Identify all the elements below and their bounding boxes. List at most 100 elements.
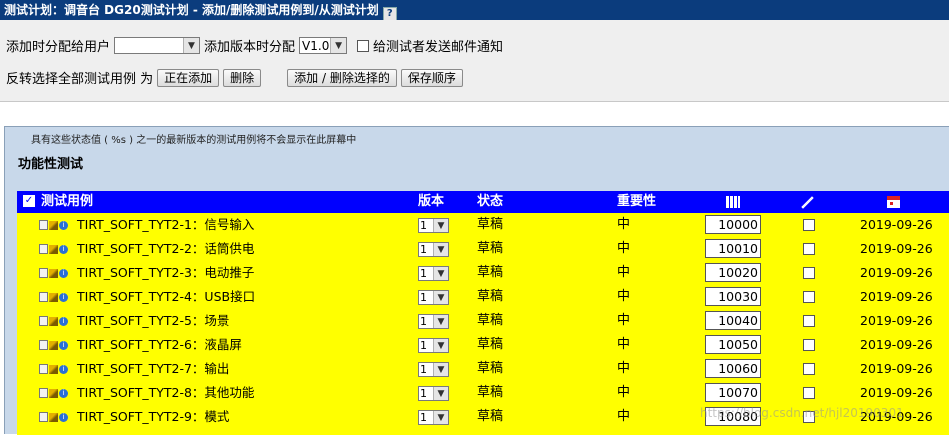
chevron-down-icon: ▼ (433, 315, 448, 328)
importance-text: 中 (617, 337, 631, 352)
assign-user-label: 添加时分配给用户 (6, 40, 111, 55)
assign-checkbox[interactable] (803, 243, 815, 255)
order-input[interactable]: 10040 (705, 311, 761, 330)
version-select[interactable]: 1 ▼ (418, 386, 449, 401)
version-value: 1 (420, 314, 427, 328)
test-case-name[interactable]: TIRT_SOFT_TYT2-2：话筒供电 (77, 237, 254, 261)
select-all-checkbox[interactable]: ✓ (23, 195, 35, 207)
document-icon[interactable] (39, 340, 48, 350)
email-notify-checkbox[interactable] (357, 39, 370, 52)
assign-checkbox[interactable] (803, 315, 815, 327)
edit-icon[interactable] (49, 364, 58, 374)
document-icon[interactable] (39, 220, 48, 230)
edit-icon[interactable] (49, 316, 58, 326)
test-case-name[interactable]: TIRT_SOFT_TYT2-6：液晶屏 (77, 333, 242, 357)
row-icons: i (39, 405, 68, 429)
chevron-down-icon: ▼ (433, 219, 448, 232)
header-test-case: 测试用例 (41, 194, 94, 209)
info-icon[interactable]: i (59, 412, 68, 422)
test-case-name[interactable]: TIRT_SOFT_TYT2-9：模式 (77, 405, 229, 429)
adding-button[interactable]: 正在添加 (157, 68, 220, 87)
assign-checkbox[interactable] (803, 291, 815, 303)
status-notice: 具有这些状态值 ( %s ) 之一的最新版本的测试用例将不会显示在此屏幕中 (31, 135, 357, 146)
version-select[interactable]: 1 ▼ (418, 266, 449, 281)
assign-checkbox[interactable] (803, 339, 815, 351)
test-case-name[interactable]: TIRT_SOFT_TYT2-7：输出 (77, 357, 229, 381)
edit-icon[interactable] (49, 244, 58, 254)
invert-selection-label: 反转选择全部测试用例 为 (6, 72, 154, 87)
save-order-button[interactable]: 保存顺序 (400, 68, 463, 87)
order-input[interactable]: 10030 (705, 287, 761, 306)
assign-checkbox[interactable] (803, 363, 815, 375)
document-icon[interactable] (39, 412, 48, 422)
version-select[interactable]: 1 ▼ (418, 242, 449, 257)
status-text: 草稿 (477, 409, 504, 424)
info-icon[interactable]: i (59, 268, 68, 278)
test-case-name[interactable]: TIRT_SOFT_TYT2-3：电动推子 (77, 261, 254, 285)
order-input[interactable]: 10020 (705, 263, 761, 282)
version-select[interactable]: 1 ▼ (418, 362, 449, 377)
version-select[interactable]: 1 ▼ (418, 290, 449, 305)
info-icon[interactable]: i (59, 292, 68, 302)
add-remove-selected-button[interactable]: 添加 / 删除选择的 (287, 68, 397, 87)
chevron-down-icon: ▼ (433, 339, 448, 352)
info-icon[interactable]: i (59, 244, 68, 254)
test-case-name[interactable]: TIRT_SOFT_TYT2-4：USB接口 (77, 285, 255, 309)
info-icon[interactable]: i (59, 220, 68, 230)
version-select[interactable]: 1 ▼ (418, 338, 449, 353)
test-case-name[interactable]: TIRT_SOFT_TYT2-8：其他功能 (77, 381, 254, 405)
table-row: i TIRT_SOFT_TYT2-6：液晶屏 1 ▼ 草稿 中 10050 20… (17, 333, 949, 357)
edit-icon[interactable] (49, 220, 58, 230)
document-icon[interactable] (39, 292, 48, 302)
order-input[interactable]: 10060 (705, 359, 761, 378)
version-assign-label: 添加版本时分配 (204, 40, 296, 55)
assign-checkbox[interactable] (803, 387, 815, 399)
version-assign-value: V1.0 (302, 38, 330, 53)
edit-icon[interactable] (49, 412, 58, 422)
version-select[interactable]: 1 ▼ (418, 410, 449, 425)
assign-icon (799, 194, 815, 214)
header-importance: 重要性 (617, 194, 657, 209)
document-icon[interactable] (39, 364, 48, 374)
info-icon[interactable]: i (59, 364, 68, 374)
document-icon[interactable] (39, 244, 48, 254)
version-select[interactable]: 1 ▼ (418, 218, 449, 233)
toolbar-row-assign: 添加时分配给用户 ▼ 添加版本时分配 V1.0 ▼ 给测试者发送邮件通知 (6, 36, 503, 55)
chevron-down-icon: ▼ (330, 38, 347, 53)
edit-icon[interactable] (49, 268, 58, 278)
document-icon[interactable] (39, 268, 48, 278)
status-text: 草稿 (477, 217, 504, 232)
version-select[interactable]: 1 ▼ (418, 314, 449, 329)
assign-user-select[interactable]: ▼ (114, 37, 201, 54)
importance-text: 中 (617, 385, 631, 400)
edit-icon[interactable] (49, 292, 58, 302)
row-icons: i (39, 237, 68, 261)
version-value: 1 (420, 218, 427, 232)
table-row: i TIRT_SOFT_TYT2-7：输出 1 ▼ 草稿 中 10060 201… (17, 357, 949, 381)
order-input[interactable]: 10000 (705, 215, 761, 234)
document-icon[interactable] (39, 316, 48, 326)
toolbar: 添加时分配给用户 ▼ 添加版本时分配 V1.0 ▼ 给测试者发送邮件通知 反转选… (0, 20, 949, 102)
edit-icon[interactable] (49, 388, 58, 398)
test-case-name[interactable]: TIRT_SOFT_TYT2-1：信号输入 (77, 213, 254, 237)
info-icon[interactable]: i (59, 340, 68, 350)
header-status: 状态 (477, 194, 504, 209)
table-row: i TIRT_SOFT_TYT2-3：电动推子 1 ▼ 草稿 中 10020 2… (17, 261, 949, 285)
order-input[interactable]: 10050 (705, 335, 761, 354)
table-row: i TIRT_SOFT_TYT2-2：话筒供电 1 ▼ 草稿 中 10010 2… (17, 237, 949, 261)
order-input[interactable]: 10010 (705, 239, 761, 258)
version-assign-select[interactable]: V1.0 ▼ (299, 37, 348, 54)
version-value: 1 (420, 290, 427, 304)
assign-checkbox[interactable] (803, 219, 815, 231)
edit-icon[interactable] (49, 340, 58, 350)
info-icon[interactable]: i (59, 316, 68, 326)
delete-button[interactable]: 删除 (223, 68, 262, 87)
order-input[interactable]: 10070 (705, 383, 761, 402)
assign-checkbox[interactable] (803, 267, 815, 279)
importance-text: 中 (617, 241, 631, 256)
help-icon[interactable]: ? (382, 7, 397, 21)
info-icon[interactable]: i (59, 388, 68, 398)
importance-text: 中 (617, 265, 631, 280)
test-case-name[interactable]: TIRT_SOFT_TYT2-5：场景 (77, 309, 229, 333)
document-icon[interactable] (39, 388, 48, 398)
